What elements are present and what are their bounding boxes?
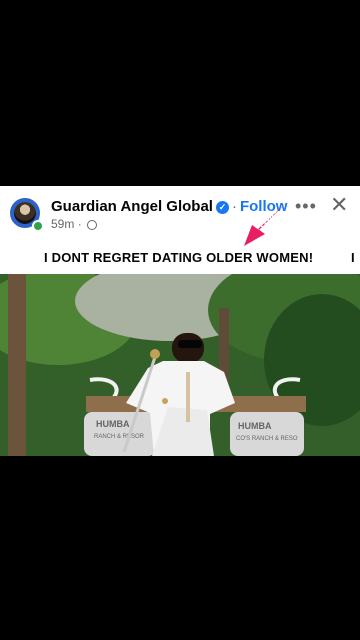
verified-badge-icon: ✓	[215, 201, 229, 214]
bench-right-text: HUMBA	[238, 421, 272, 431]
author-name[interactable]: Guardian Angel Global	[51, 198, 213, 215]
more-options-icon[interactable]: •••	[295, 196, 317, 217]
bench-left-subtext: RANCH & RESOR	[94, 434, 145, 440]
this-arrow-sticker: THIS	[244, 201, 288, 246]
post-caption: I DONT REGRET DATING OLDER WOMEN!	[44, 250, 314, 265]
photo-scene: HUMBA RANCH & RESOR HUMBA CO'S RANCH & R…	[0, 274, 360, 456]
post-photo[interactable]: HUMBA RANCH & RESOR HUMBA CO'S RANCH & R…	[0, 274, 360, 456]
close-icon[interactable]: ✕	[330, 194, 348, 216]
sticker-text: THIS	[256, 210, 281, 232]
bench-right-subtext: CO'S RANCH & RESO	[236, 436, 298, 442]
post-meta: 59m ·	[51, 217, 98, 231]
avatar-image	[14, 202, 36, 224]
meta-separator: ·	[77, 217, 82, 231]
bench-left-text: HUMBA	[96, 419, 130, 429]
post-card: Guardian Angel Global ✓ · Follow 59m · ••• …	[0, 186, 360, 274]
globe-icon	[87, 220, 98, 230]
online-status-dot	[32, 220, 44, 232]
caption-overflow: I	[351, 250, 355, 265]
post-time[interactable]: 59m	[51, 217, 74, 231]
post-header: Guardian Angel Global ✓ · Follow 59m · ••• …	[0, 186, 360, 242]
separator: ·	[231, 198, 237, 215]
